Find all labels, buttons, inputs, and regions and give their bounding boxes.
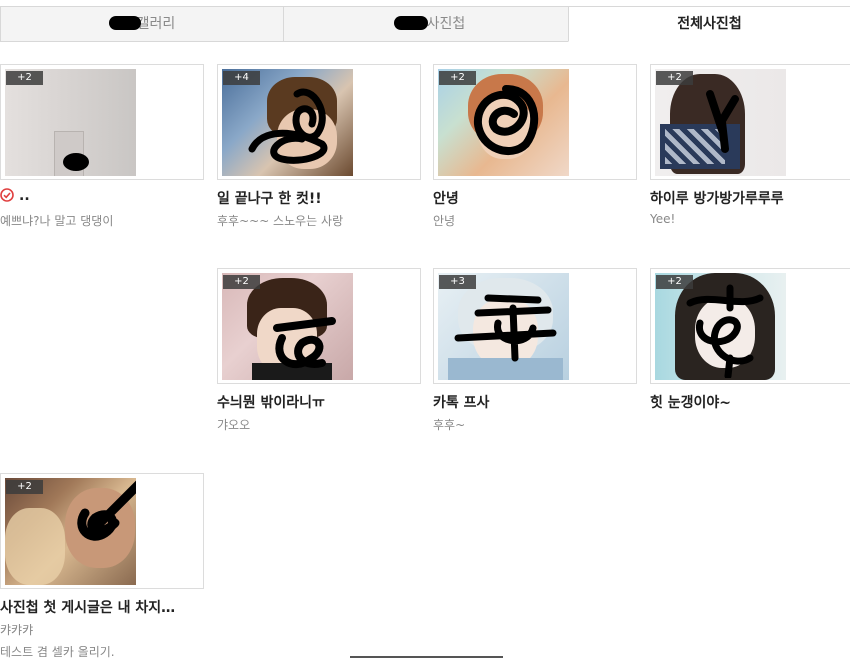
photo-count-badge: +4 (223, 71, 260, 85)
album-thumbnail-frame[interactable]: +2 (433, 64, 637, 180)
album-thumbnail-frame[interactable]: +2 (650, 268, 850, 384)
photo-count-badge: +2 (656, 71, 693, 85)
photo-count-badge: +2 (439, 71, 476, 85)
album-thumbnail (438, 273, 569, 380)
album-thumbnail-frame[interactable]: +2 (0, 473, 204, 589)
album-thumbnail (5, 478, 136, 585)
album-thumbnail (222, 69, 353, 176)
album-description: 갸오오 (217, 418, 251, 432)
album-description: 후후~ (433, 418, 466, 432)
album-title: 힛 눈갱이야~ (650, 395, 732, 411)
album-thumbnail-frame[interactable]: +2 (217, 268, 421, 384)
tab-gallery[interactable]: 갤러리 (0, 6, 284, 42)
album-title: 수늬뭔 밖이라니ㅠ (217, 395, 325, 411)
tab-album-label: 사진첩 (426, 16, 466, 32)
redaction-mark (109, 16, 141, 30)
redaction-mark (394, 16, 428, 30)
album-title: 카톡 프사 (433, 395, 490, 411)
album-description: 캬캬캬 (0, 623, 34, 637)
album-thumbnail (222, 273, 353, 380)
album-thumbnail-frame[interactable]: +2 (650, 64, 850, 180)
album-title: .. (0, 188, 210, 204)
album-title: 사진첩 첫 게시글은 내 차지… (0, 600, 176, 616)
album-thumbnail-frame[interactable]: +2 (0, 64, 204, 180)
photo-count-badge: +2 (656, 275, 693, 289)
tab-gallery-label: 갤러리 (136, 16, 176, 32)
album-thumbnail (5, 69, 136, 176)
photo-count-badge: +2 (6, 71, 43, 85)
album-description: 안녕 (433, 214, 456, 228)
album-title: 하이루 방가방가루루루 (650, 191, 784, 207)
album-description: 예쁘냐?나 말고 댕댕이 (0, 214, 114, 228)
album-description: Yee! (650, 212, 676, 226)
tab-all-albums[interactable]: 전체사진첩 (568, 6, 850, 42)
album-thumbnail (655, 273, 786, 380)
album-description: 후후~~~ 스노우는 사랑 (217, 214, 344, 228)
photo-count-badge: +2 (6, 480, 43, 494)
photo-count-badge: +3 (439, 275, 476, 289)
gallery-tabs: 갤러리 사진첩 전체사진첩 (0, 6, 850, 42)
album-thumbnail-frame[interactable]: +3 (433, 268, 637, 384)
tab-album[interactable]: 사진첩 (283, 6, 569, 42)
photo-count-badge: +2 (223, 275, 260, 289)
check-circle-icon (0, 188, 14, 202)
album-description-extra: 테스트 겸 셀카 올리기. (0, 645, 115, 659)
album-thumbnail-frame[interactable]: +4 (217, 64, 421, 180)
album-title: 일 끝나구 한 컷!! (217, 191, 322, 207)
album-title: 안녕 (433, 191, 459, 207)
album-thumbnail (438, 69, 569, 176)
tab-all-albums-label: 전체사진첩 (677, 16, 742, 32)
album-thumbnail (655, 69, 786, 176)
album-title-text: .. (19, 188, 30, 204)
